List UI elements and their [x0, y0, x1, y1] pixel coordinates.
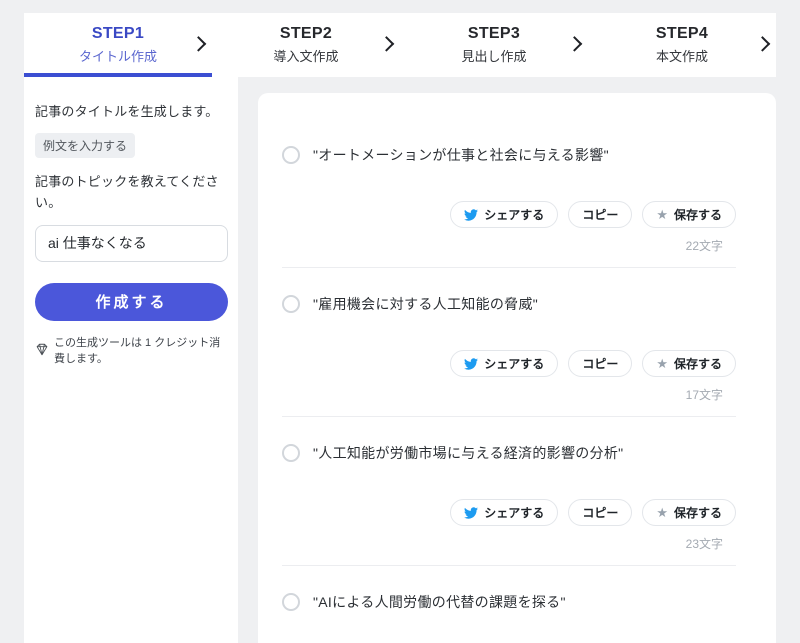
share-button[interactable]: シェアする: [450, 499, 559, 526]
save-button[interactable]: ★ 保存する: [642, 350, 736, 377]
share-button-label: シェアする: [484, 357, 545, 371]
share-button-label: シェアする: [484, 208, 545, 222]
copy-button-label: コピー: [582, 506, 619, 520]
generate-button[interactable]: 作成する: [35, 282, 228, 321]
radio-button[interactable]: [282, 593, 300, 611]
radio-button[interactable]: [282, 444, 300, 462]
step-subtitle: 見出し作成: [461, 49, 527, 64]
stepper-step-4[interactable]: STEP4 本文作成: [588, 13, 776, 77]
save-button[interactable]: ★ 保存する: [642, 499, 736, 526]
save-button-label: 保存する: [673, 208, 722, 222]
step-subtitle: 本文作成: [655, 49, 708, 64]
twitter-icon: [464, 208, 479, 221]
chevron-right-icon: [190, 36, 207, 52]
gem-icon: [35, 343, 49, 356]
share-button[interactable]: シェアする: [450, 350, 559, 377]
twitter-icon: [464, 506, 479, 519]
step-number-label: STEP1: [91, 25, 145, 42]
result-item-2: "雇用機会に対する人工知能の脅威" シェアする コピー ★ 保存する 17文字: [258, 268, 776, 417]
char-count: 23文字: [685, 537, 723, 551]
credit-note-text: この生成ツールは 1 クレジット消費します。: [54, 336, 221, 365]
stepper-step-2[interactable]: STEP2 導入文作成: [212, 13, 400, 77]
step-subtitle: 導入文作成: [273, 49, 339, 64]
topic-input[interactable]: [35, 224, 228, 262]
step-subtitle: タイトル作成: [78, 49, 157, 64]
radio-button[interactable]: [282, 146, 300, 164]
results-panel: "オートメーションが仕事と社会に与える影響" シェアする コピー ★ 保存する …: [258, 93, 776, 643]
copy-button-label: コピー: [582, 357, 619, 371]
result-title: "オートメーションが仕事と社会に与える影響": [313, 147, 609, 163]
char-count: 22文字: [685, 239, 723, 253]
credit-note: この生成ツールは 1 クレジット消費します。: [35, 334, 228, 366]
copy-button[interactable]: コピー: [568, 201, 633, 228]
copy-button[interactable]: コピー: [568, 499, 633, 526]
share-button-label: シェアする: [484, 506, 545, 520]
step-number-label: STEP2: [279, 25, 333, 42]
result-item-4: "AIによる人間労働の代替の課題を探る" シェアする コピー ★ 保存する: [258, 566, 776, 643]
char-count: 17文字: [685, 388, 723, 402]
result-title: "AIによる人間労働の代替の課題を探る": [313, 594, 566, 610]
copy-button[interactable]: コピー: [568, 350, 633, 377]
copy-button-label: コピー: [582, 208, 619, 222]
save-button-label: 保存する: [673, 506, 722, 520]
star-icon: ★: [656, 505, 668, 520]
sidebar-panel: 記事のタイトルを生成します。 例文を入力する 記事のトピックを教えてください。 …: [24, 77, 238, 643]
twitter-icon: [464, 357, 479, 370]
result-item-1: "オートメーションが仕事と社会に与える影響" シェアする コピー ★ 保存する …: [258, 119, 776, 268]
result-title: "雇用機会に対する人工知能の脅威": [313, 296, 539, 312]
step-number-label: STEP4: [655, 25, 709, 42]
chevron-right-icon: [378, 36, 395, 52]
example-input-badge[interactable]: 例文を入力する: [35, 133, 136, 158]
share-button[interactable]: シェアする: [450, 201, 559, 228]
result-title: "人工知能が労働市場に与える経済的影響の分析": [313, 445, 624, 461]
star-icon: ★: [656, 207, 668, 222]
topic-label: 記事のトピックを教えてください。: [35, 174, 219, 210]
save-button[interactable]: ★ 保存する: [642, 201, 736, 228]
star-icon: ★: [656, 356, 668, 371]
tool-description: 記事のタイトルを生成します。: [35, 104, 219, 119]
step-number-label: STEP3: [467, 25, 521, 42]
save-button-label: 保存する: [673, 357, 722, 371]
chevron-right-icon: [566, 36, 583, 52]
stepper-step-3[interactable]: STEP3 見出し作成: [400, 13, 588, 77]
stepper-step-1[interactable]: STEP1 タイトル作成: [24, 13, 212, 77]
radio-button[interactable]: [282, 295, 300, 313]
chevron-right-icon: [754, 36, 771, 52]
result-item-3: "人工知能が労働市場に与える経済的影響の分析" シェアする コピー ★ 保存する…: [258, 417, 776, 566]
stepper: STEP1 タイトル作成 STEP2 導入文作成 STEP3 見出し作成 STE…: [24, 13, 776, 77]
